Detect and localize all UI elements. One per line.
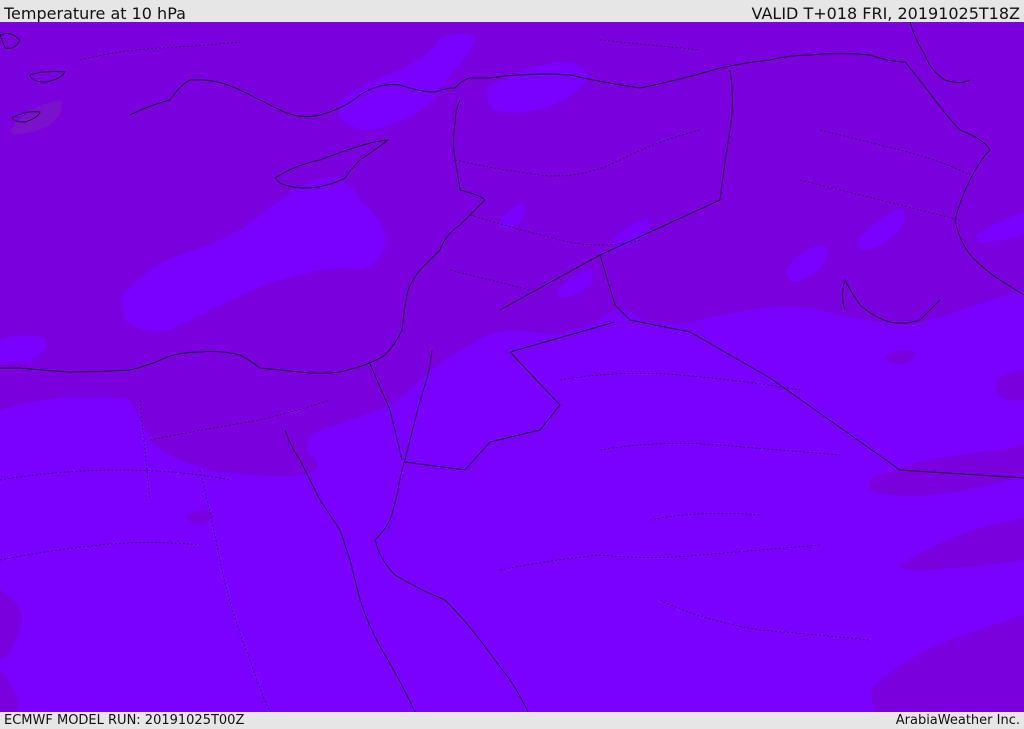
map-svg [0, 22, 1024, 712]
footer-bar: ECMWF MODEL RUN: 20191025T00Z ArabiaWeat… [0, 712, 1024, 729]
weather-map-frame: Temperature at 10 hPa VALID T+018 FRI, 2… [0, 0, 1024, 729]
model-run-label: ECMWF MODEL RUN: 20191025T00Z [4, 713, 245, 728]
provider-label: ArabiaWeather Inc. [895, 713, 1020, 728]
valid-time-label: VALID T+018 FRI, 20191025T18Z [751, 4, 1020, 23]
map-title: Temperature at 10 hPa [4, 4, 186, 23]
header-bar: Temperature at 10 hPa VALID T+018 FRI, 2… [0, 0, 1024, 23]
map-canvas[interactable] [0, 22, 1024, 712]
